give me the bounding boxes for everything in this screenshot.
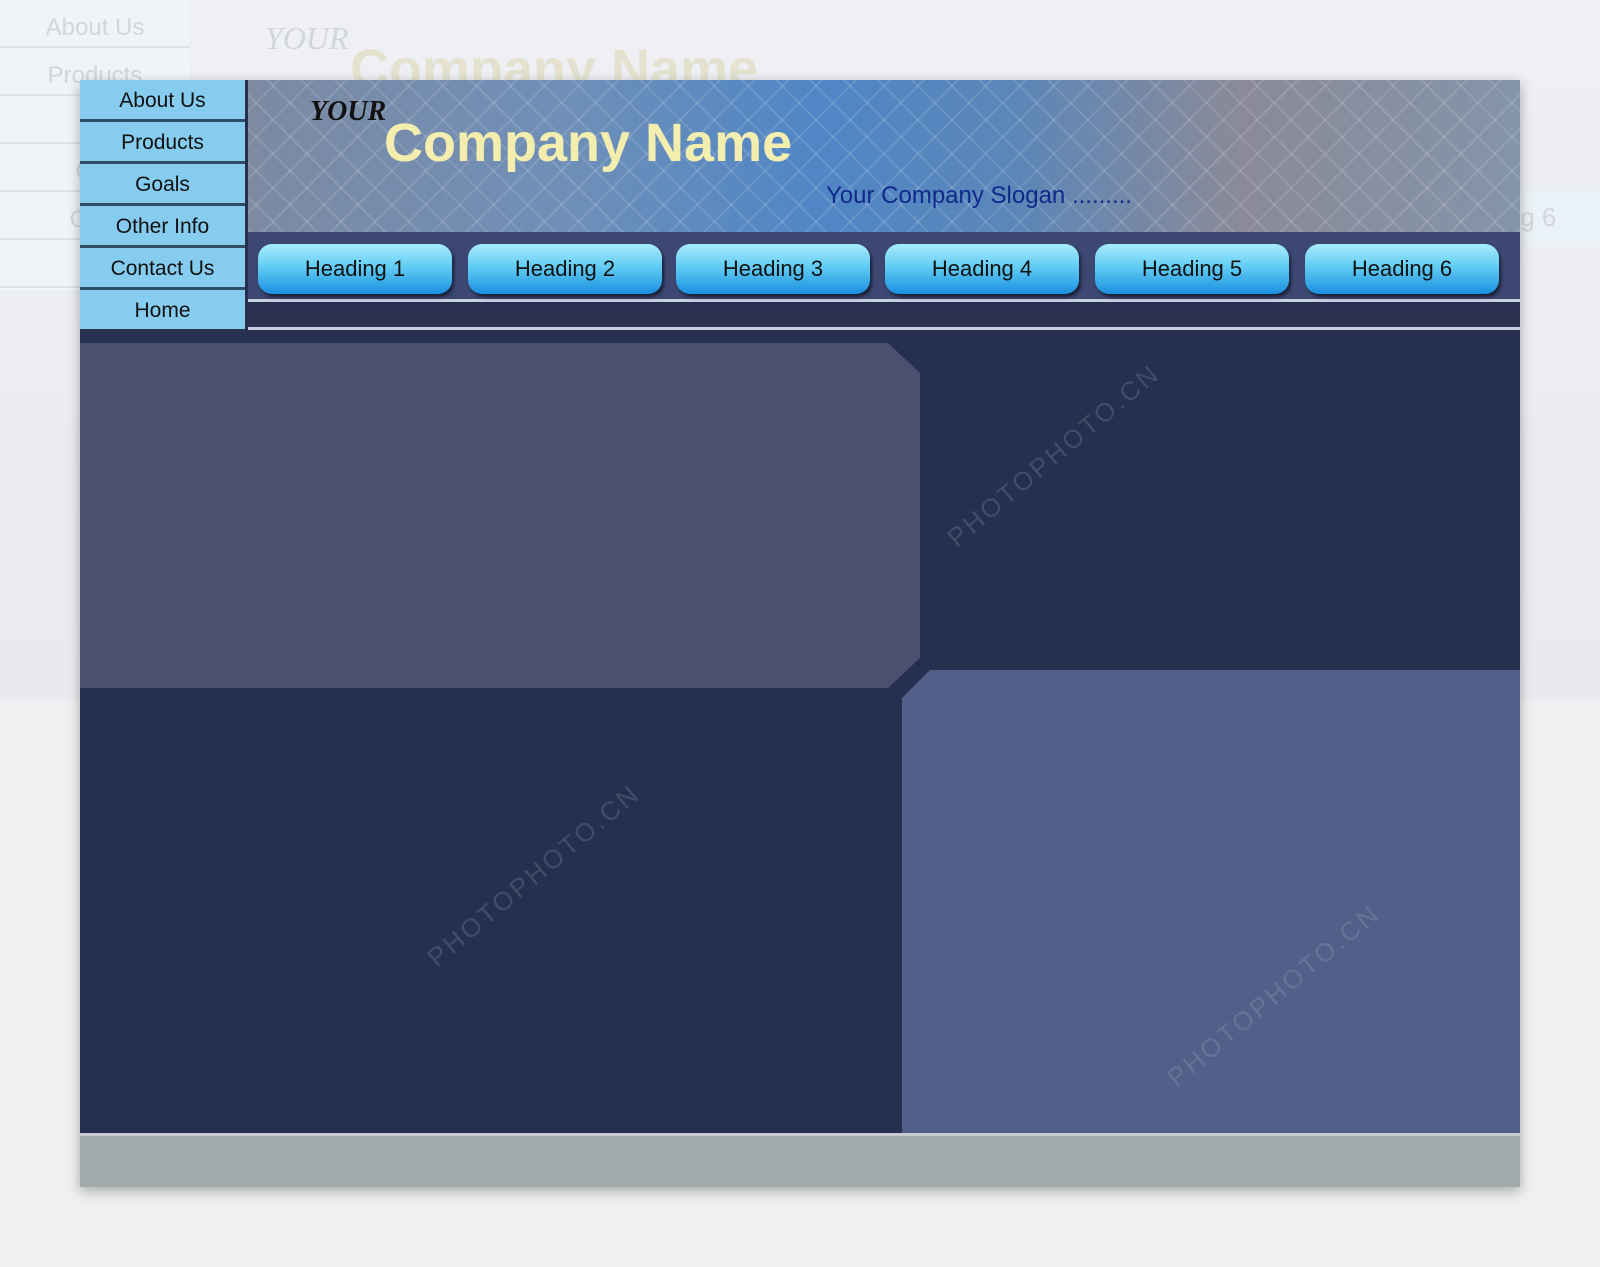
content-panel-top-left (80, 343, 920, 688)
website-template: About Us Products Goals Other Info Conta… (80, 80, 1520, 1187)
header-banner: YOUR Company Name Your Company Slogan ..… (248, 80, 1520, 232)
nav-heading-3[interactable]: Heading 3 (676, 244, 870, 294)
watermark: PHOTOPHOTO.CN (941, 357, 1166, 553)
watermark: PHOTOPHOTO.CN (421, 777, 646, 973)
company-slogan: Your Company Slogan ......... (826, 182, 1132, 209)
nav-heading-5[interactable]: Heading 5 (1095, 244, 1289, 294)
sub-nav-stripe (248, 305, 1520, 330)
footer-bar (80, 1133, 1520, 1187)
company-name: Company Name (384, 113, 793, 173)
nav-heading-6[interactable]: Heading 6 (1305, 244, 1499, 294)
sidebar-item-products[interactable]: Products (80, 122, 245, 164)
sidebar-item-other-info[interactable]: Other Info (80, 206, 245, 248)
nav-heading-1[interactable]: Heading 1 (258, 244, 452, 294)
sidebar-item-contact-us[interactable]: Contact Us (80, 248, 245, 290)
sidebar: About Us Products Goals Other Info Conta… (80, 80, 245, 332)
sidebar-item-goals[interactable]: Goals (80, 164, 245, 206)
top-nav: Heading 1 Heading 2 Heading 3 Heading 4 … (248, 232, 1520, 302)
nav-heading-4[interactable]: Heading 4 (885, 244, 1079, 294)
nav-heading-2[interactable]: Heading 2 (468, 244, 662, 294)
header-your: YOUR (310, 96, 387, 127)
ghost-item: About Us (0, 0, 190, 48)
ghost-your: YOUR (265, 20, 349, 56)
sidebar-item-about-us[interactable]: About Us (80, 80, 245, 122)
sidebar-item-home[interactable]: Home (80, 290, 245, 329)
